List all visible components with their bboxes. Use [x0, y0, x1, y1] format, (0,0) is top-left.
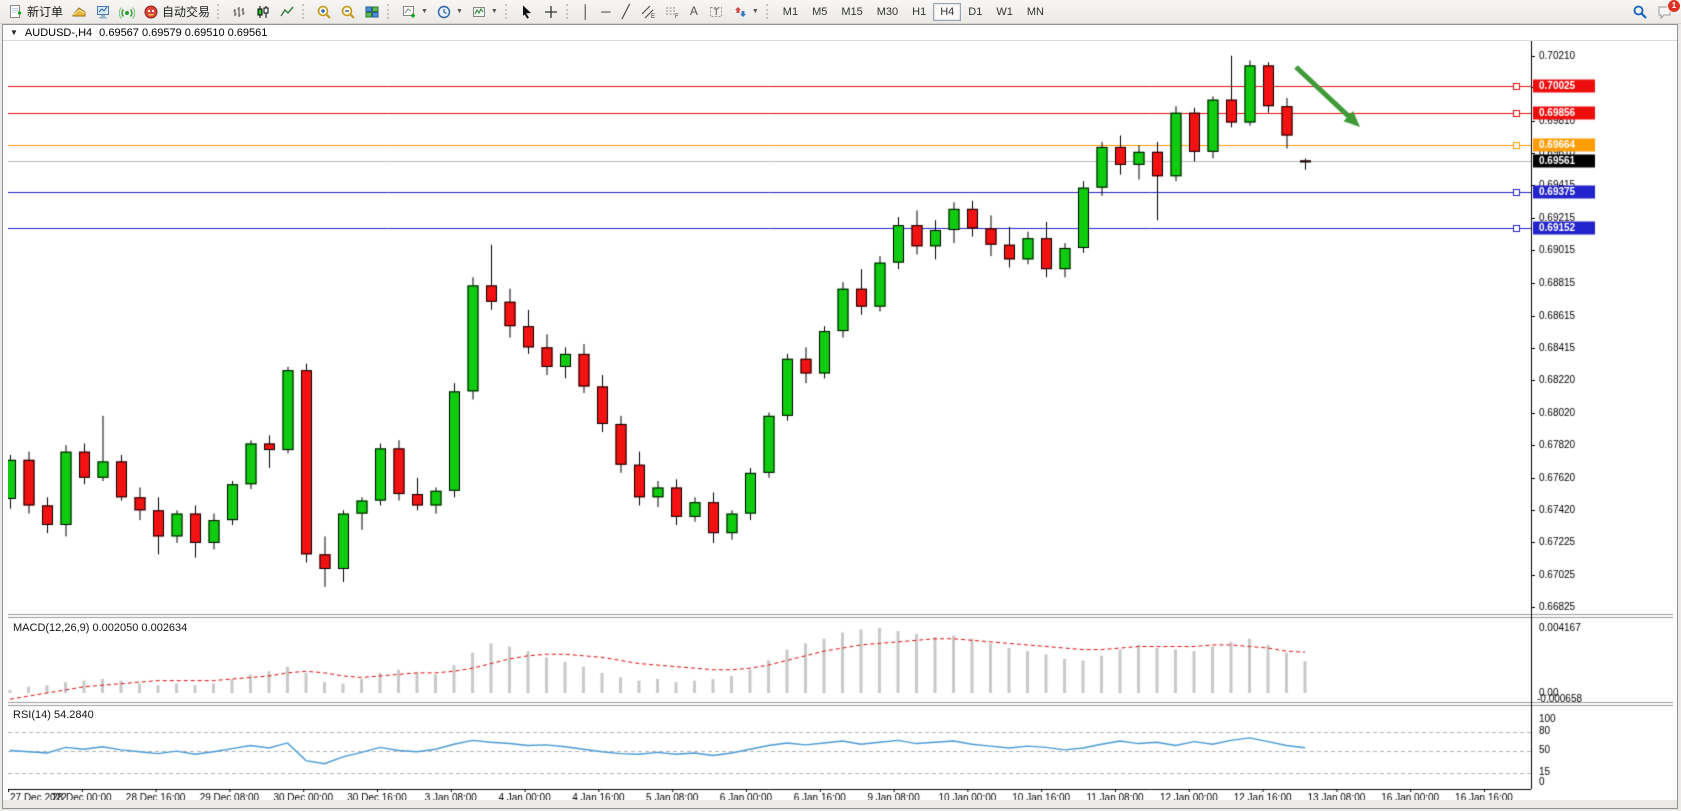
zoom-out-button[interactable]	[336, 2, 360, 22]
mt4-application: { "toolbar": { "new_order_label": "新订单",…	[0, 0, 1681, 811]
timeframe-button-W1[interactable]: W1	[989, 3, 1020, 21]
timeframe-button-M1[interactable]: M1	[776, 3, 805, 21]
new-order-icon	[8, 4, 24, 20]
text-button[interactable]: A	[684, 2, 704, 22]
auto-trading-icon	[143, 4, 159, 20]
toolbar-grip	[217, 4, 223, 19]
text-label-button[interactable]: T	[704, 2, 728, 22]
timeframe-button-H1[interactable]: H1	[905, 3, 933, 21]
timeframe-button-D1[interactable]: D1	[961, 3, 989, 21]
new-chart-icon	[401, 4, 417, 20]
cursor-button[interactable]	[515, 2, 539, 22]
ohlc-readout: 0.69567 0.69579 0.69510 0.69561	[99, 27, 267, 39]
template-icon	[471, 4, 487, 20]
timeframe-button-MN[interactable]: MN	[1020, 3, 1051, 21]
chevron-down-icon: ▼	[456, 8, 463, 15]
toolbar-grip	[387, 4, 393, 19]
search-button[interactable]	[1628, 2, 1652, 22]
candlestick-chart-icon	[255, 4, 271, 20]
notification-badge: 1	[1667, 0, 1681, 13]
bar-chart-icon	[231, 4, 247, 20]
timeframe-button-M30[interactable]: M30	[870, 3, 905, 21]
text-icon: A	[690, 5, 698, 18]
svg-text:T: T	[713, 7, 719, 17]
candlestick-chart-button[interactable]	[251, 2, 275, 22]
timeframe-group: M1M5M15M30H1H4D1W1MN	[776, 3, 1051, 21]
toolbar-grip	[766, 4, 772, 19]
market-watch-button[interactable]	[91, 2, 115, 22]
cursor-icon	[519, 4, 535, 20]
fibonacci-button[interactable]: F	[660, 2, 684, 22]
toolbar-grip	[505, 4, 511, 19]
notification-button[interactable]: 1	[1652, 2, 1677, 22]
signals-icon	[119, 4, 135, 20]
auto-trading-label: 自动交易	[162, 3, 210, 20]
symbol-period-label: AUDUSD-,H4	[25, 27, 92, 39]
profiles-button[interactable]	[67, 2, 91, 22]
price-chart-canvas[interactable]	[8, 41, 1673, 803]
vertical-line-icon: │	[582, 5, 590, 18]
trendline-icon: ╱	[622, 5, 630, 18]
new-order-button[interactable]: 新订单	[4, 2, 67, 22]
signals-button[interactable]	[115, 2, 139, 22]
profiles-icon	[71, 4, 87, 20]
window-bottom-strip	[3, 800, 1677, 808]
zoom-in-button[interactable]	[312, 2, 336, 22]
new-chart-button[interactable]: ▼	[397, 2, 432, 22]
horizontal-line-button[interactable]: ─	[596, 2, 616, 22]
template-button[interactable]: ▼	[467, 2, 502, 22]
bar-chart-button[interactable]	[227, 2, 251, 22]
chart-title-bar[interactable]: ▼ AUDUSD-,H4 0.69567 0.69579 0.69510 0.6…	[3, 25, 1677, 41]
line-chart-icon	[279, 4, 295, 20]
toolbar: 新订单 自动交易 ▼ ▼ ▼	[0, 0, 1681, 24]
toolbar-grip	[302, 4, 308, 19]
svg-text:F: F	[675, 14, 679, 20]
collapse-icon[interactable]: ▼	[10, 28, 18, 37]
crosshair-button[interactable]	[539, 2, 563, 22]
rsi-indicator-label: RSI(14) 54.2840	[13, 709, 94, 721]
chevron-down-icon: ▼	[491, 8, 498, 15]
zoom-out-icon	[340, 4, 356, 20]
period-icon	[436, 4, 452, 20]
horizontal-line-icon: ─	[601, 5, 610, 18]
zoom-in-icon	[316, 4, 332, 20]
toolbar-grip	[566, 4, 572, 19]
vertical-line-button[interactable]: │	[576, 2, 596, 22]
svg-text:E: E	[651, 14, 655, 20]
arrows-icon	[732, 4, 748, 20]
tile-windows-icon	[364, 4, 380, 20]
equidistant-channel-button[interactable]: E	[636, 2, 660, 22]
fibonacci-icon: F	[664, 4, 680, 20]
arrows-button[interactable]: ▼	[728, 2, 763, 22]
period-button[interactable]: ▼	[432, 2, 467, 22]
timeframe-button-M5[interactable]: M5	[805, 3, 834, 21]
timeframe-button-M15[interactable]: M15	[834, 3, 869, 21]
chevron-down-icon: ▼	[752, 8, 759, 15]
text-label-icon: T	[708, 4, 724, 20]
macd-indicator-label: MACD(12,26,9) 0.002050 0.002634	[13, 622, 187, 634]
chevron-down-icon: ▼	[421, 8, 428, 15]
market-watch-icon	[95, 4, 111, 20]
line-chart-button[interactable]	[275, 2, 299, 22]
search-icon	[1632, 4, 1648, 20]
trendline-button[interactable]: ╱	[616, 2, 636, 22]
tile-windows-button[interactable]	[360, 2, 384, 22]
new-order-label: 新订单	[27, 3, 63, 20]
auto-trading-button[interactable]: 自动交易	[139, 2, 214, 22]
equidistant-channel-icon: E	[640, 4, 656, 20]
timeframe-button-H4[interactable]: H4	[933, 3, 961, 21]
chart-window: ▼ AUDUSD-,H4 0.69567 0.69579 0.69510 0.6…	[2, 24, 1678, 809]
crosshair-icon	[543, 4, 559, 20]
